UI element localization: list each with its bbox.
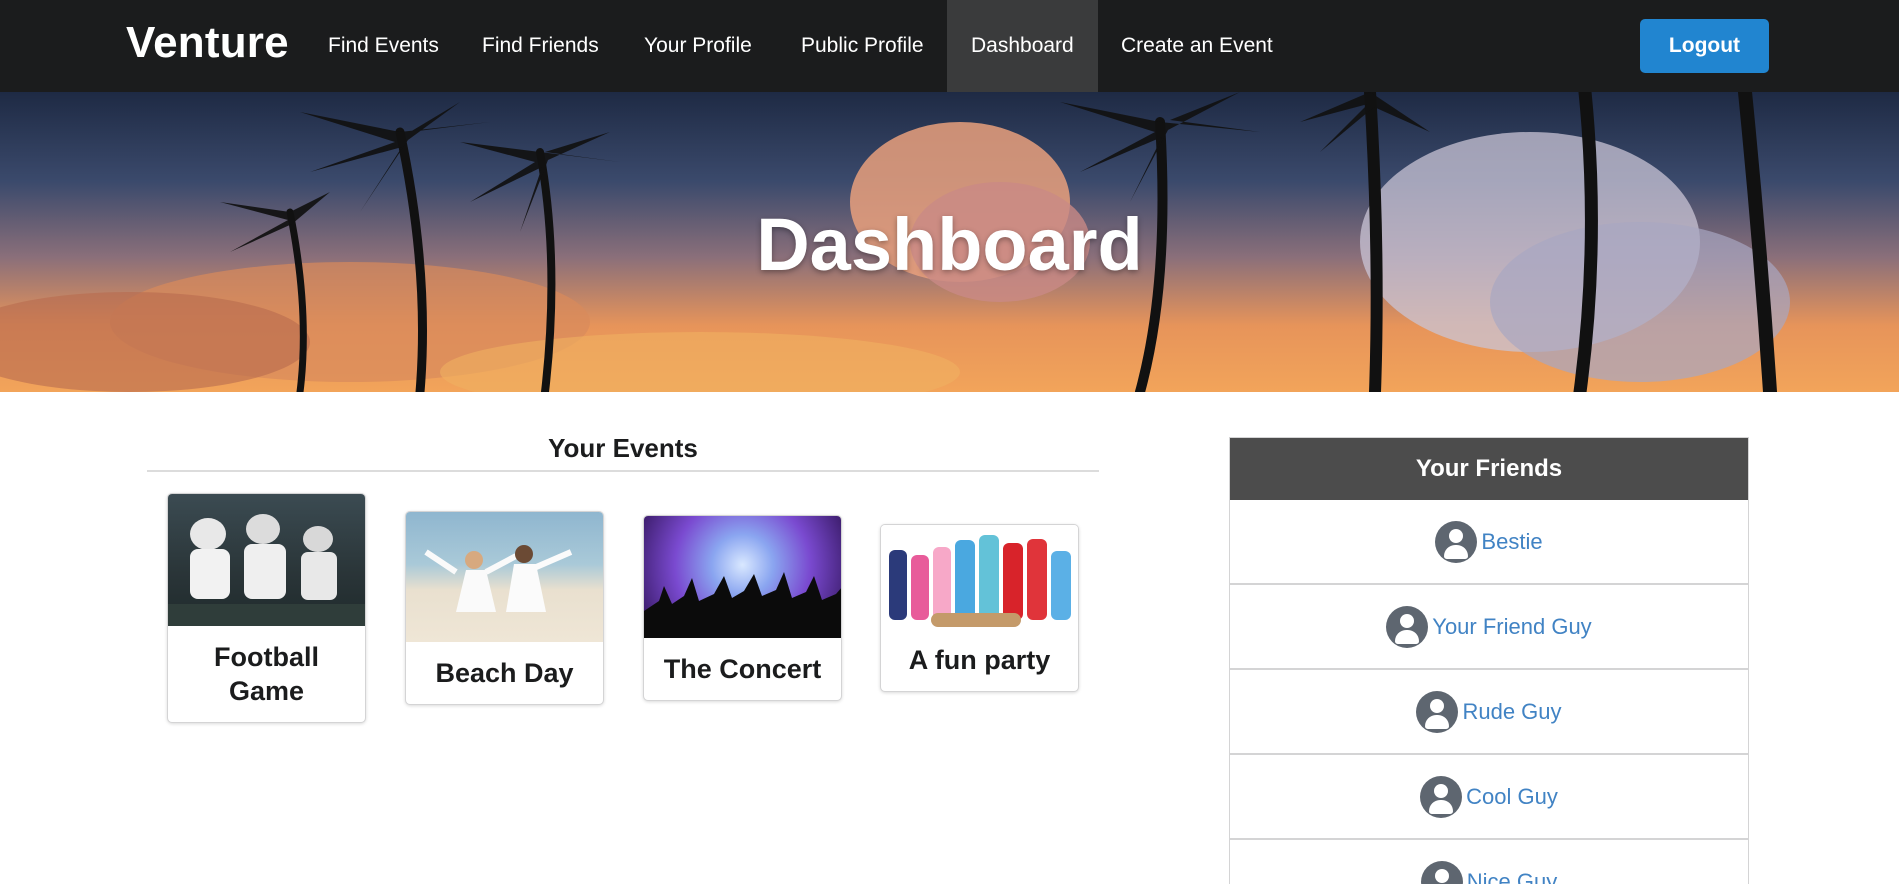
- nav-create-event[interactable]: Create an Event: [1097, 0, 1297, 92]
- pajama-party-photo: [881, 525, 1078, 629]
- nav-find-events[interactable]: Find Events: [304, 0, 463, 92]
- friend-item[interactable]: Nice Guy: [1230, 840, 1748, 884]
- concert-crowd-photo: [644, 516, 841, 638]
- friend-link[interactable]: Rude Guy: [1462, 699, 1561, 725]
- avatar: [1420, 860, 1463, 884]
- avatar: [1435, 520, 1478, 563]
- friend-item[interactable]: Bestie: [1230, 500, 1748, 585]
- football-photo: [168, 494, 365, 626]
- friend-link[interactable]: Cool Guy: [1466, 784, 1558, 810]
- avatar: [1386, 605, 1429, 648]
- hero-banner: Dashboard: [0, 92, 1899, 392]
- friend-item[interactable]: Your Friend Guy: [1230, 585, 1748, 670]
- page-title: Dashboard: [756, 203, 1143, 286]
- nav-dashboard[interactable]: Dashboard: [947, 0, 1098, 92]
- events-heading: Your Events: [147, 433, 1099, 472]
- avatar: [1420, 775, 1463, 818]
- top-nav: Venture Find Events Find Friends Your Pr…: [0, 0, 1899, 92]
- avatar: [1416, 690, 1459, 733]
- event-card-football[interactable]: Football Game: [167, 493, 366, 723]
- event-title: The Concert: [663, 654, 822, 684]
- event-title: A fun party: [908, 645, 1051, 675]
- brand-logo[interactable]: Venture: [126, 18, 289, 68]
- friends-panel: Your Friends Bestie Your Friend Guy Rude…: [1229, 437, 1749, 884]
- nav-public-profile[interactable]: Public Profile: [777, 0, 948, 92]
- friend-link[interactable]: Your Friend Guy: [1432, 614, 1591, 640]
- beach-yoga-photo: [406, 512, 603, 642]
- friends-heading: Your Friends: [1230, 438, 1748, 500]
- nav-find-friends[interactable]: Find Friends: [458, 0, 623, 92]
- event-card-party[interactable]: A fun party: [880, 524, 1079, 692]
- friend-link[interactable]: Bestie: [1481, 529, 1542, 555]
- friend-item[interactable]: Rude Guy: [1230, 670, 1748, 755]
- friend-link[interactable]: Nice Guy: [1467, 869, 1557, 884]
- event-title: Football Game: [214, 642, 319, 706]
- event-title: Beach Day: [435, 658, 574, 688]
- friend-item[interactable]: Cool Guy: [1230, 755, 1748, 840]
- event-card-beach[interactable]: Beach Day: [405, 511, 604, 705]
- nav-your-profile[interactable]: Your Profile: [620, 0, 776, 92]
- event-card-concert[interactable]: The Concert: [643, 515, 842, 701]
- logout-button[interactable]: Logout: [1640, 19, 1769, 73]
